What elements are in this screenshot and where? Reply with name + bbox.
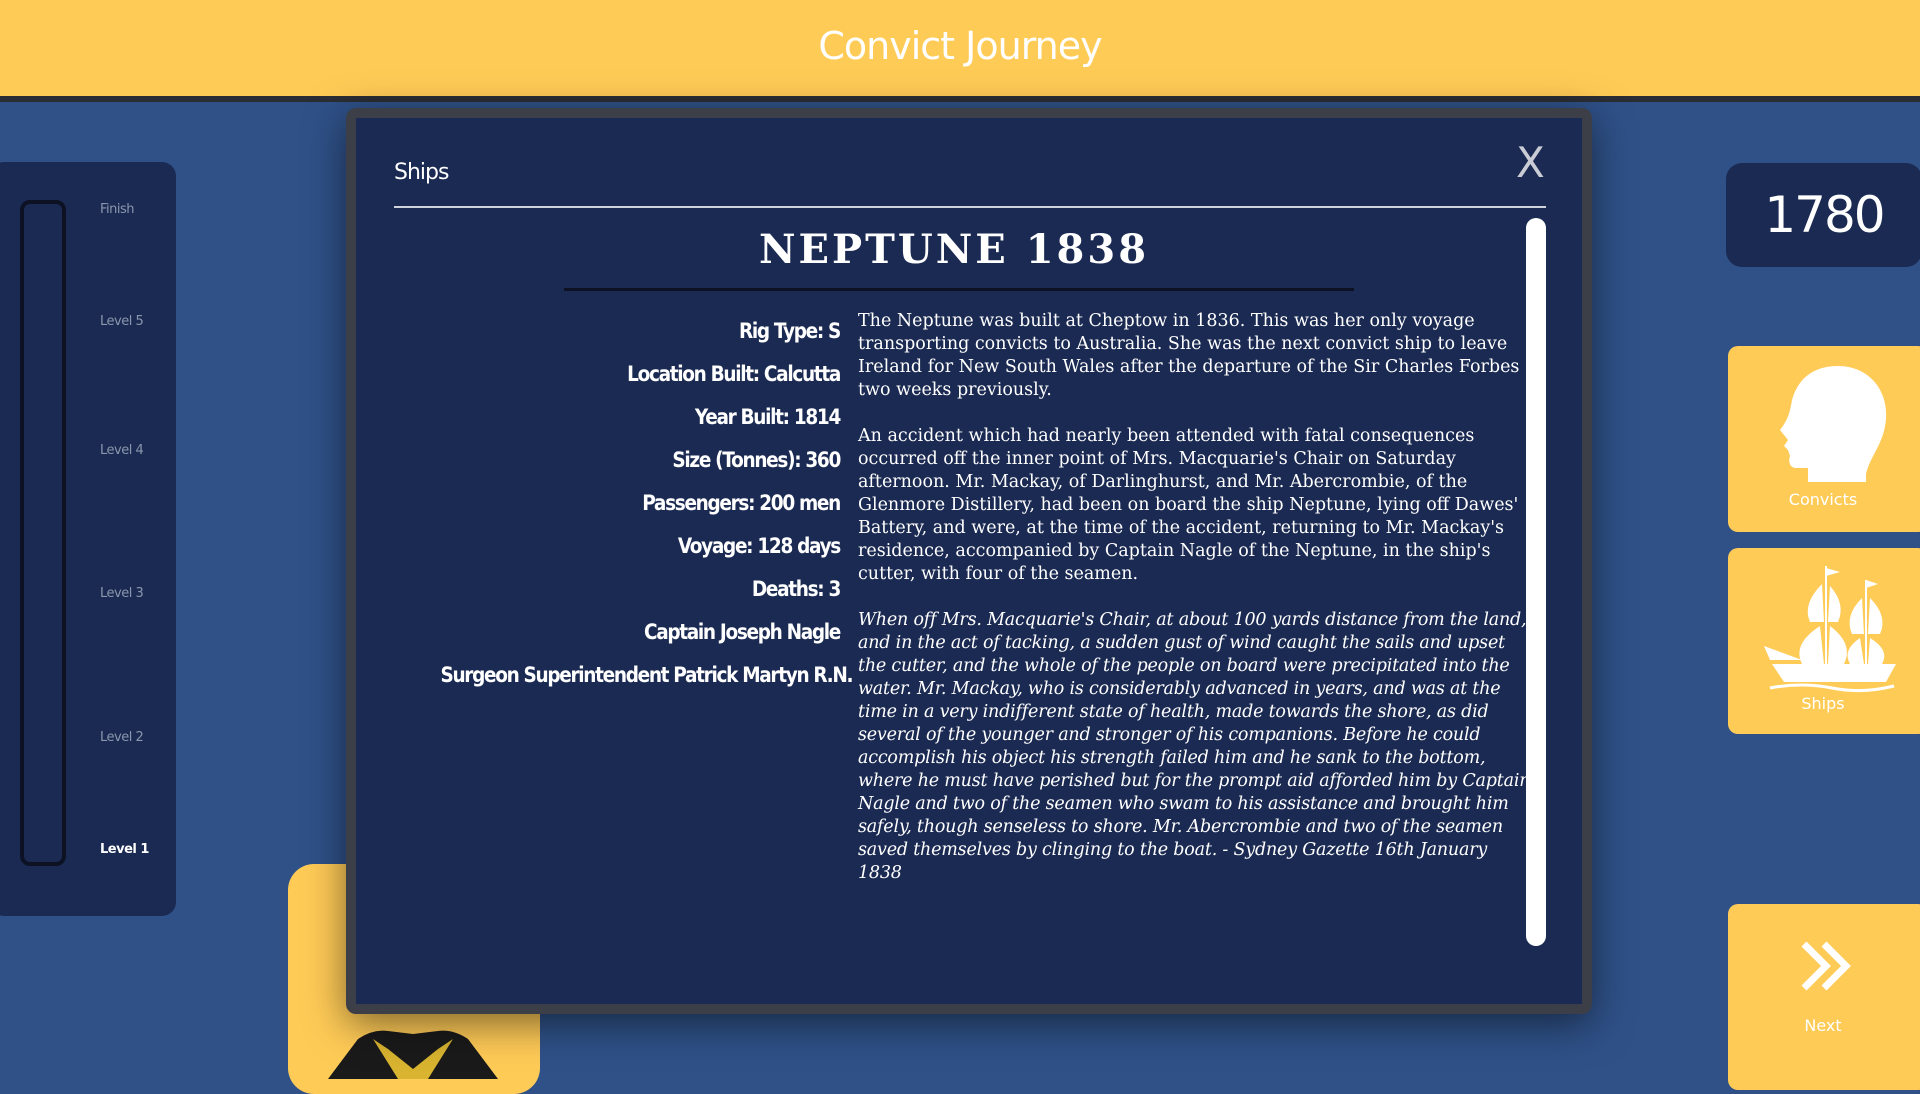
gazette-quote: When off Mrs. Macquarie's Chair, at abou… bbox=[858, 610, 1531, 883]
progress-track bbox=[20, 200, 66, 866]
fact-surgeon: Surgeon Superintendent Patrick Martyn R.… bbox=[440, 663, 853, 687]
title-divider bbox=[564, 288, 1354, 291]
year-display: 1780 bbox=[1726, 163, 1920, 267]
fact-voyage: Voyage: 128 days bbox=[677, 534, 841, 558]
fact-size: Size (Tonnes): 360 bbox=[672, 448, 841, 472]
fact-location-built: Location Built: Calcutta bbox=[627, 362, 841, 386]
description-paragraph: An accident which had nearly been attend… bbox=[858, 426, 1519, 584]
ship-facts: Rig Type: S Location Built: Calcutta Yea… bbox=[386, 310, 853, 697]
header-divider bbox=[394, 206, 1546, 208]
app-title: Convict Journey bbox=[818, 24, 1102, 68]
year-value: 1780 bbox=[1764, 186, 1885, 244]
next-button[interactable]: Next bbox=[1728, 904, 1920, 1090]
convicts-button[interactable]: Convicts bbox=[1728, 346, 1920, 532]
next-label: Next bbox=[1804, 1016, 1842, 1035]
ship-description: The Neptune was built at Cheptow in 1836… bbox=[858, 310, 1534, 908]
double-chevron-right-icon bbox=[1801, 941, 1851, 991]
convicts-label: Convicts bbox=[1788, 490, 1858, 509]
scrollbar[interactable] bbox=[1526, 218, 1546, 946]
level-1: Level 1 bbox=[100, 842, 149, 857]
level-2: Level 2 bbox=[100, 730, 144, 745]
ships-label: Ships bbox=[1801, 694, 1845, 713]
top-bar: Convict Journey bbox=[0, 0, 1920, 102]
close-button[interactable]: X bbox=[1516, 138, 1545, 187]
ships-modal: Ships X NEPTUNE 1838 Rig Type: S Locatio… bbox=[356, 118, 1582, 1004]
fact-captain: Captain Joseph Nagle bbox=[643, 620, 841, 644]
level-3: Level 3 bbox=[100, 586, 144, 601]
ships-button[interactable]: Ships bbox=[1728, 548, 1920, 734]
progress-panel: Finish Level 5 Level 4 Level 3 Level 2 L… bbox=[0, 162, 176, 916]
level-5: Level 5 bbox=[100, 314, 144, 329]
modal-title: Ships bbox=[394, 160, 449, 185]
fact-deaths: Deaths: 3 bbox=[751, 577, 841, 601]
convict-figure-icon bbox=[328, 1030, 498, 1079]
fact-rig-type: Rig Type: S bbox=[738, 319, 841, 343]
fact-passengers: Passengers: 200 men bbox=[642, 491, 841, 515]
head-silhouette-icon bbox=[1780, 366, 1887, 482]
description-paragraph: The Neptune was built at Cheptow in 1836… bbox=[858, 311, 1520, 400]
fact-year-built: Year Built: 1814 bbox=[694, 405, 841, 429]
level-finish: Finish bbox=[100, 202, 135, 217]
ship-icon bbox=[1764, 566, 1896, 693]
ship-title: NEPTUNE 1838 bbox=[758, 226, 1150, 273]
level-4: Level 4 bbox=[100, 443, 144, 458]
